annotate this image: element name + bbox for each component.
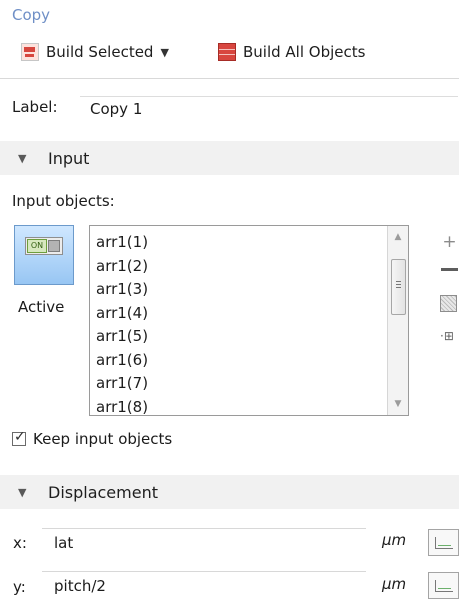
input-objects-label: Input objects: (12, 192, 115, 210)
active-on-text: ON (27, 239, 47, 253)
label-field[interactable]: Copy 1 (80, 96, 458, 120)
list-item[interactable]: arr1(5) (96, 325, 408, 349)
minus-icon[interactable] (441, 268, 458, 271)
scroll-thumb[interactable] (391, 259, 406, 315)
keep-input-objects-label: Keep input objects (33, 430, 173, 448)
expression-builder-icon[interactable] (428, 529, 459, 556)
input-section-title: Input (48, 148, 90, 168)
build-all-objects-button[interactable]: Build All Objects (218, 40, 365, 64)
chevron-down-icon[interactable]: ▼ (160, 46, 168, 59)
collapse-triangle-icon: ▼ (18, 485, 27, 499)
displacement-x-field[interactable]: lat (42, 528, 366, 553)
scroll-up-arrow-icon[interactable]: ▲ (388, 228, 408, 246)
displacement-x-label: x: (13, 534, 27, 552)
list-item[interactable]: arr1(7) (96, 372, 408, 396)
tree-selection-icon[interactable]: ·⊞ (440, 329, 459, 344)
scroll-down-arrow-icon[interactable]: ▼ (388, 395, 408, 413)
list-scrollbar[interactable]: ▲ ▼ (387, 226, 408, 415)
list-item[interactable]: arr1(1) (96, 231, 408, 255)
build-all-objects-icon (218, 43, 236, 61)
toggle-on-icon: ON (25, 237, 63, 255)
toggle-knob (48, 240, 60, 252)
list-item[interactable]: arr1(2) (96, 255, 408, 279)
displacement-y-unit: µm (382, 575, 407, 593)
window-title: Copy (12, 6, 51, 24)
list-item[interactable]: arr1(8) (96, 396, 408, 416)
active-toggle-button[interactable]: ON (14, 225, 74, 285)
collapse-triangle-icon: ▼ (18, 151, 27, 165)
clear-selection-icon[interactable] (440, 295, 457, 312)
keep-input-objects-row[interactable]: Keep input objects (12, 429, 173, 448)
label-caption: Label: (12, 98, 58, 116)
plus-icon[interactable]: + (440, 232, 459, 252)
build-selected-label: Build Selected (46, 43, 154, 61)
expression-builder-icon[interactable] (428, 572, 459, 599)
keep-input-objects-checkbox[interactable] (12, 429, 26, 446)
displacement-y-field[interactable]: pitch/2 (42, 571, 366, 596)
list-item[interactable]: arr1(4) (96, 302, 408, 326)
input-objects-list[interactable]: arr1(1) arr1(2) arr1(3) arr1(4) arr1(5) … (89, 225, 409, 416)
build-selected-icon (21, 43, 39, 61)
input-section-header[interactable]: ▼ Input (0, 141, 459, 175)
displacement-section-title: Displacement (48, 482, 158, 502)
build-selected-button[interactable]: Build Selected ▼ (21, 40, 169, 64)
toolbar-divider (0, 78, 459, 79)
list-item[interactable]: arr1(3) (96, 278, 408, 302)
build-all-objects-label: Build All Objects (243, 43, 366, 61)
list-item[interactable]: arr1(6) (96, 349, 408, 373)
active-label: Active (18, 298, 65, 316)
displacement-y-label: y: (13, 578, 26, 596)
displacement-x-unit: µm (382, 531, 407, 549)
displacement-section-header[interactable]: ▼ Displacement (0, 475, 459, 509)
